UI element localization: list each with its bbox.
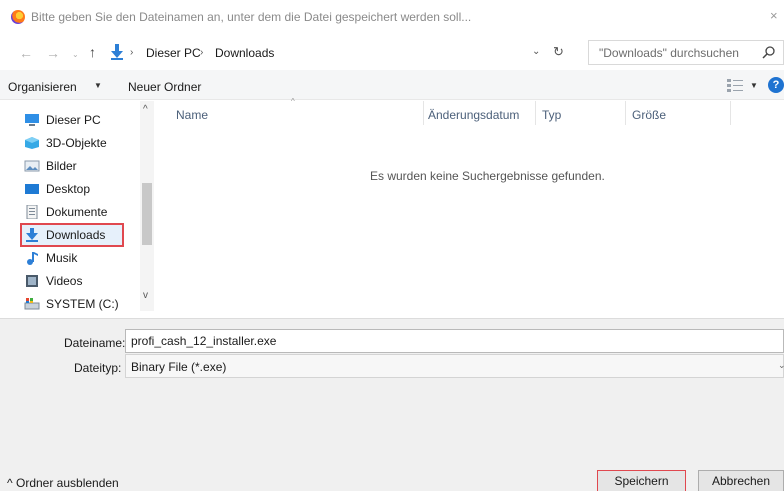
- sidebar-item-this-pc[interactable]: Dieser PC: [24, 109, 134, 131]
- sidebar-item-label: Desktop: [46, 182, 91, 196]
- filetype-chevron-down-icon[interactable]: ⌄: [778, 360, 784, 371]
- sidebar-item-label: Bilder: [46, 159, 77, 173]
- recent-locations-chevron-icon[interactable]: ⌄: [72, 50, 79, 59]
- sidebar-item-label: 3D-Objekte: [46, 136, 107, 150]
- sidebar-item-3d-objects[interactable]: 3D-Objekte: [24, 132, 134, 154]
- scroll-down-icon[interactable]: v: [143, 290, 148, 301]
- drive-icon: [24, 298, 40, 310]
- sidebar-scroll-thumb[interactable]: [142, 183, 152, 245]
- sidebar-item-label: SYSTEM (C:): [46, 297, 119, 311]
- save-button[interactable]: Speichern: [597, 470, 686, 491]
- cancel-button[interactable]: Abbrechen: [698, 470, 784, 491]
- sidebar-item-label: Dokumente: [46, 205, 108, 219]
- pictures-icon: [24, 160, 40, 172]
- sidebar-item-music[interactable]: Musik: [24, 247, 134, 269]
- sidebar-item-videos[interactable]: Videos: [24, 270, 134, 292]
- command-toolbar: [0, 70, 784, 100]
- scroll-up-icon[interactable]: ^: [143, 104, 148, 115]
- videos-icon: [26, 275, 38, 287]
- documents-icon: [26, 205, 38, 219]
- close-icon[interactable]: ×: [770, 8, 778, 23]
- sort-arrow-icon: ^: [291, 97, 295, 106]
- breadcrumb-downloads[interactable]: Downloads: [215, 46, 274, 60]
- refresh-icon[interactable]: ↻: [553, 44, 564, 60]
- 3d-objects-icon: [25, 137, 39, 149]
- breadcrumb-this-pc[interactable]: Dieser PC: [146, 46, 201, 60]
- column-divider[interactable]: [535, 101, 536, 125]
- sidebar-item-downloads[interactable]: Downloads: [20, 223, 124, 247]
- organize-button[interactable]: Organisieren: [8, 80, 77, 94]
- pc-icon: [25, 114, 39, 126]
- filename-field[interactable]: [125, 329, 784, 353]
- breadcrumb-separator: ›: [130, 47, 134, 58]
- forward-button[interactable]: →: [46, 45, 60, 61]
- firefox-icon: [11, 10, 25, 24]
- sidebar-item-label: Musik: [46, 251, 78, 265]
- filetype-label: Dateityp:: [74, 361, 122, 375]
- sidebar-item-desktop[interactable]: Desktop: [24, 178, 134, 200]
- new-folder-button[interactable]: Neuer Ordner: [128, 80, 201, 94]
- sidebar-item-documents[interactable]: Dokumente: [24, 201, 134, 223]
- sidebar-item-label: Dieser PC: [46, 113, 101, 127]
- help-icon[interactable]: ?: [768, 77, 784, 93]
- up-button[interactable]: ↑: [89, 44, 96, 60]
- sidebar-item-pictures[interactable]: Bilder: [24, 155, 134, 177]
- downloads-icon: [111, 44, 123, 60]
- column-header-size[interactable]: Größe: [632, 108, 666, 122]
- desktop-icon: [25, 184, 39, 194]
- empty-results-message: Es wurden keine Suchergebnisse gefunden.: [370, 169, 605, 183]
- hide-folders-label: Ordner ausblenden: [15, 476, 119, 490]
- filetype-select[interactable]: Binary File (*.exe): [125, 354, 784, 378]
- column-divider[interactable]: [730, 101, 731, 125]
- search-placeholder: "Downloads" durchsuchen: [599, 46, 739, 60]
- column-header-name[interactable]: Name: [176, 108, 208, 122]
- breadcrumb-separator: ›: [200, 47, 204, 58]
- search-icon[interactable]: [762, 45, 776, 59]
- column-header-modified[interactable]: Änderungsdatum: [428, 108, 519, 122]
- sidebar-item-label: Downloads: [46, 228, 106, 242]
- back-button[interactable]: ←: [19, 45, 33, 61]
- view-chevron-down-icon[interactable]: ▼: [750, 81, 758, 90]
- organize-chevron-down-icon[interactable]: ▼: [94, 81, 102, 90]
- hide-folders-toggle[interactable]: ^ Ordner ausblenden: [7, 476, 119, 490]
- music-icon: [27, 252, 38, 265]
- sidebar-item-system-drive[interactable]: SYSTEM (C:): [24, 293, 134, 315]
- view-options-icon[interactable]: [726, 78, 744, 92]
- file-list[interactable]: [156, 101, 784, 311]
- column-divider[interactable]: [625, 101, 626, 125]
- chevron-up-icon: ^: [7, 476, 13, 490]
- window-title: Bitte geben Sie den Dateinamen an, unter…: [31, 10, 472, 24]
- address-dropdown-chevron-icon[interactable]: ⌄: [532, 46, 540, 57]
- downloads-icon: [26, 228, 38, 242]
- column-header-type[interactable]: Typ: [542, 108, 561, 122]
- column-divider[interactable]: [423, 101, 424, 125]
- filename-label: Dateiname:: [64, 336, 126, 350]
- sidebar-item-label: Videos: [46, 274, 83, 288]
